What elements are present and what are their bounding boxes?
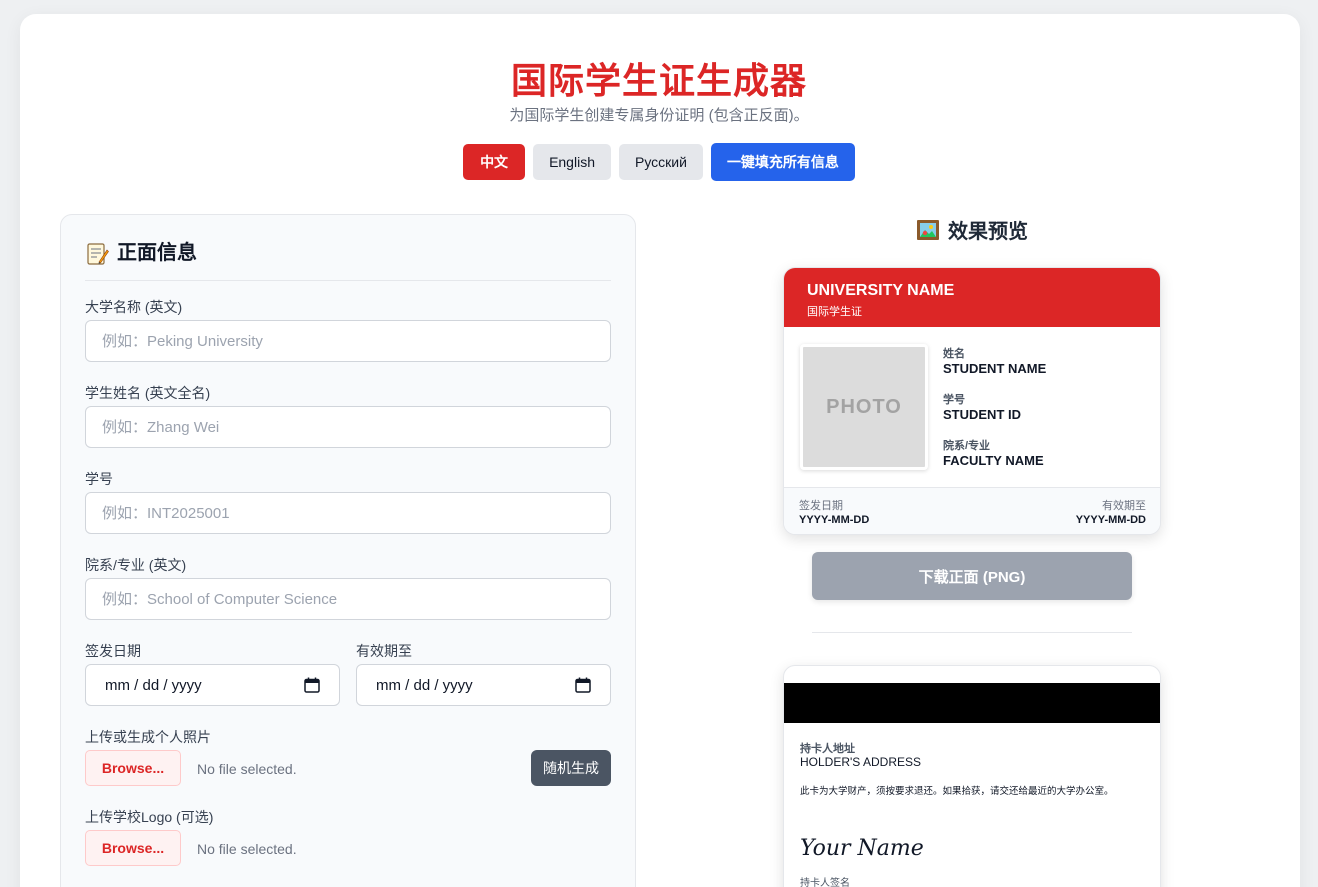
- card-expiry-value: YYYY-MM-DD: [1075, 514, 1146, 526]
- logo-file-status: No file selected.: [197, 841, 297, 857]
- id-card-header: UNIVERSITY NAME 国际学生证: [784, 268, 1160, 327]
- id-card-footer: 签发日期 YYYY-MM-DD 有效期至 YYYY-MM-DD: [784, 487, 1160, 534]
- memo-icon: [87, 243, 109, 265]
- random-photo-button[interactable]: 随机生成: [531, 750, 611, 786]
- card-issue-value: YYYY-MM-DD: [799, 514, 870, 526]
- faculty-label: 院系/专业 (英文): [85, 557, 187, 573]
- student-name-input[interactable]: [85, 406, 611, 448]
- calendar-icon[interactable]: [574, 676, 592, 694]
- lang-button-en[interactable]: English: [533, 144, 611, 180]
- address-value: HOLDER'S ADDRESS: [800, 755, 921, 769]
- issue-date-input[interactable]: mm / dd / yyyy: [85, 664, 340, 706]
- preview-header: 效果预览: [916, 215, 1028, 244]
- id-card-back: 持卡人地址 HOLDER'S ADDRESS 此卡为大学财产，须按要求退还。如果…: [783, 665, 1161, 887]
- card-id-label: 学号: [943, 394, 965, 406]
- page-subtitle: 为国际学生创建专属身份证明 (包含正反面)。: [509, 107, 809, 124]
- faculty-input[interactable]: [85, 578, 611, 620]
- photo-browse-button[interactable]: Browse...: [85, 750, 181, 786]
- logo-upload-label: 上传学校Logo (可选): [85, 809, 214, 825]
- card-id-value: STUDENT ID: [943, 407, 1021, 422]
- card-university-name: UNIVERSITY NAME: [807, 282, 955, 299]
- card-expiry-label: 有效期至: [1102, 500, 1146, 512]
- lang-button-ru[interactable]: Русский: [618, 144, 703, 180]
- framed-picture-icon: [917, 219, 939, 240]
- card-type: 国际学生证: [807, 306, 862, 318]
- return-notice: 此卡为大学财产，须按要求退还。如果拾获，请交还给最近的大学办公室。: [800, 786, 1114, 797]
- download-front-button[interactable]: 下载正面 (PNG): [812, 552, 1132, 600]
- id-card-front: UNIVERSITY NAME 国际学生证 PHOTO 姓名 STUDENT N…: [783, 267, 1161, 535]
- student-name-label: 学生姓名 (英文全名): [85, 385, 211, 401]
- university-label: 大学名称 (英文): [85, 299, 183, 315]
- card-issue-label: 签发日期: [799, 500, 843, 512]
- lang-button-zh[interactable]: 中文: [463, 144, 526, 180]
- magnetic-stripe: [784, 683, 1160, 723]
- calendar-icon[interactable]: [303, 676, 321, 694]
- holder-signature: Your Name: [800, 836, 924, 861]
- student-id-input[interactable]: [85, 492, 611, 534]
- photo-file-status: No file selected.: [197, 761, 297, 777]
- card-faculty-label: 院系/专业: [943, 440, 991, 452]
- page-title: 国际学生证生成器: [510, 60, 807, 101]
- preview-divider: [812, 632, 1132, 633]
- language-toolbar: 中文 English Русский 一键填充所有信息: [0, 143, 1318, 181]
- photo-placeholder: PHOTO: [800, 344, 928, 470]
- logo-browse-button[interactable]: Browse...: [85, 830, 181, 866]
- issue-date-label: 签发日期: [85, 643, 141, 659]
- issue-date-value: mm / dd / yyyy: [105, 676, 202, 694]
- panel-title: 正面信息: [117, 242, 197, 264]
- expiry-date-label: 有效期至: [356, 643, 412, 659]
- expiry-date-value: mm / dd / yyyy: [376, 676, 473, 694]
- address-label: 持卡人地址: [800, 743, 855, 755]
- panel-header: 正面信息: [85, 239, 611, 281]
- preview-title: 效果预览: [948, 221, 1028, 243]
- photo-upload-label: 上传或生成个人照片: [85, 729, 211, 745]
- card-name-value: STUDENT NAME: [943, 361, 1047, 376]
- card-name-label: 姓名: [943, 348, 965, 360]
- university-input[interactable]: [85, 320, 611, 362]
- card-faculty-value: FACULTY NAME: [943, 453, 1044, 468]
- student-id-label: 学号: [85, 471, 113, 487]
- autofill-button[interactable]: 一键填充所有信息: [710, 143, 855, 181]
- signature-label: 持卡人签名: [800, 878, 850, 887]
- expiry-date-input[interactable]: mm / dd / yyyy: [356, 664, 611, 706]
